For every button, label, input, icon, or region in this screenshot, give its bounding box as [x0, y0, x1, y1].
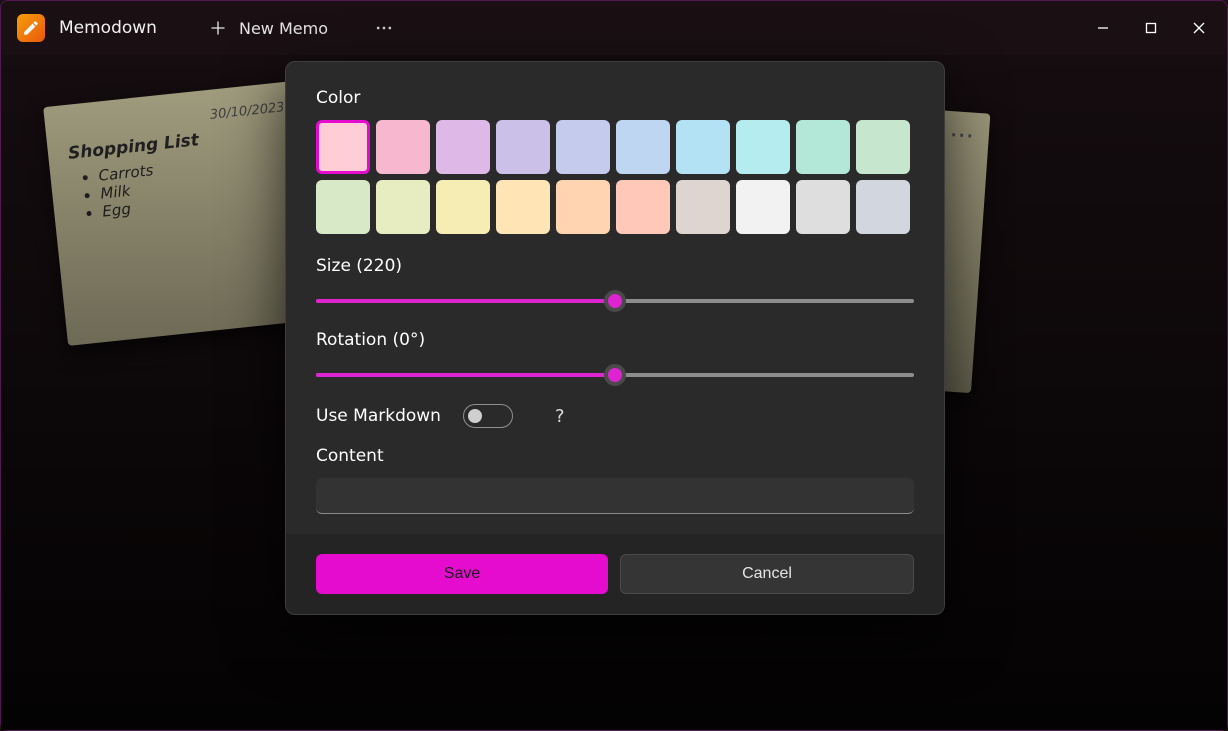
- maximize-button[interactable]: [1127, 8, 1175, 48]
- markdown-help-button[interactable]: ?: [555, 406, 565, 427]
- pencil-icon: [22, 19, 40, 37]
- size-slider-label: Size (220): [316, 256, 914, 276]
- app-icon: [17, 14, 45, 42]
- color-swatch[interactable]: [436, 180, 490, 234]
- color-swatch[interactable]: [676, 120, 730, 174]
- slider-fill: [316, 373, 615, 377]
- titlebar: Memodown New Memo: [1, 1, 1227, 55]
- color-section-label: Color: [316, 88, 914, 108]
- markdown-row: Use Markdown ?: [316, 404, 914, 428]
- color-swatch[interactable]: [436, 120, 490, 174]
- color-swatch[interactable]: [796, 120, 850, 174]
- color-swatch[interactable]: [616, 120, 670, 174]
- color-swatch[interactable]: [316, 180, 370, 234]
- color-swatch[interactable]: [796, 180, 850, 234]
- new-memo-dialog: Color Size (220) Rotation (0°) Use Markd…: [285, 61, 945, 615]
- dialog-body: Color Size (220) Rotation (0°) Use Markd…: [286, 62, 944, 534]
- window-controls: [1079, 8, 1223, 48]
- color-swatch[interactable]: [496, 180, 550, 234]
- maximize-icon: [1145, 22, 1157, 34]
- minimize-icon: [1097, 22, 1109, 34]
- dialog-footer: Save Cancel: [286, 534, 944, 614]
- plus-icon: [209, 19, 227, 37]
- color-swatch[interactable]: [856, 120, 910, 174]
- close-button[interactable]: [1175, 8, 1223, 48]
- more-menu-button[interactable]: [364, 12, 404, 44]
- new-memo-button[interactable]: New Memo: [199, 13, 338, 44]
- color-swatch[interactable]: [556, 180, 610, 234]
- close-icon: [1193, 22, 1205, 34]
- color-swatch[interactable]: [316, 120, 370, 174]
- color-swatch[interactable]: [376, 180, 430, 234]
- dots-horizontal-icon: [374, 18, 394, 38]
- memo-menu-button[interactable]: ···: [950, 125, 976, 146]
- color-swatch[interactable]: [736, 180, 790, 234]
- size-slider[interactable]: [316, 290, 914, 312]
- content-input[interactable]: [316, 478, 914, 514]
- save-button[interactable]: Save: [316, 554, 608, 594]
- color-swatch[interactable]: [496, 120, 550, 174]
- color-picker: [316, 120, 914, 234]
- cancel-button[interactable]: Cancel: [620, 554, 914, 594]
- color-swatch[interactable]: [856, 180, 910, 234]
- color-swatch[interactable]: [736, 120, 790, 174]
- toggle-knob: [468, 409, 482, 423]
- rotation-slider[interactable]: [316, 364, 914, 386]
- use-markdown-toggle[interactable]: [463, 404, 513, 428]
- rotation-slider-label: Rotation (0°): [316, 330, 914, 350]
- content-section-label: Content: [316, 446, 914, 466]
- app-title: Memodown: [59, 18, 157, 38]
- slider-fill: [316, 299, 615, 303]
- color-swatch[interactable]: [676, 180, 730, 234]
- color-swatch[interactable]: [556, 120, 610, 174]
- color-swatch[interactable]: [376, 120, 430, 174]
- slider-thumb[interactable]: [604, 290, 626, 312]
- new-memo-label: New Memo: [239, 19, 328, 38]
- slider-thumb[interactable]: [604, 364, 626, 386]
- minimize-button[interactable]: [1079, 8, 1127, 48]
- color-swatch[interactable]: [616, 180, 670, 234]
- use-markdown-label: Use Markdown: [316, 406, 441, 426]
